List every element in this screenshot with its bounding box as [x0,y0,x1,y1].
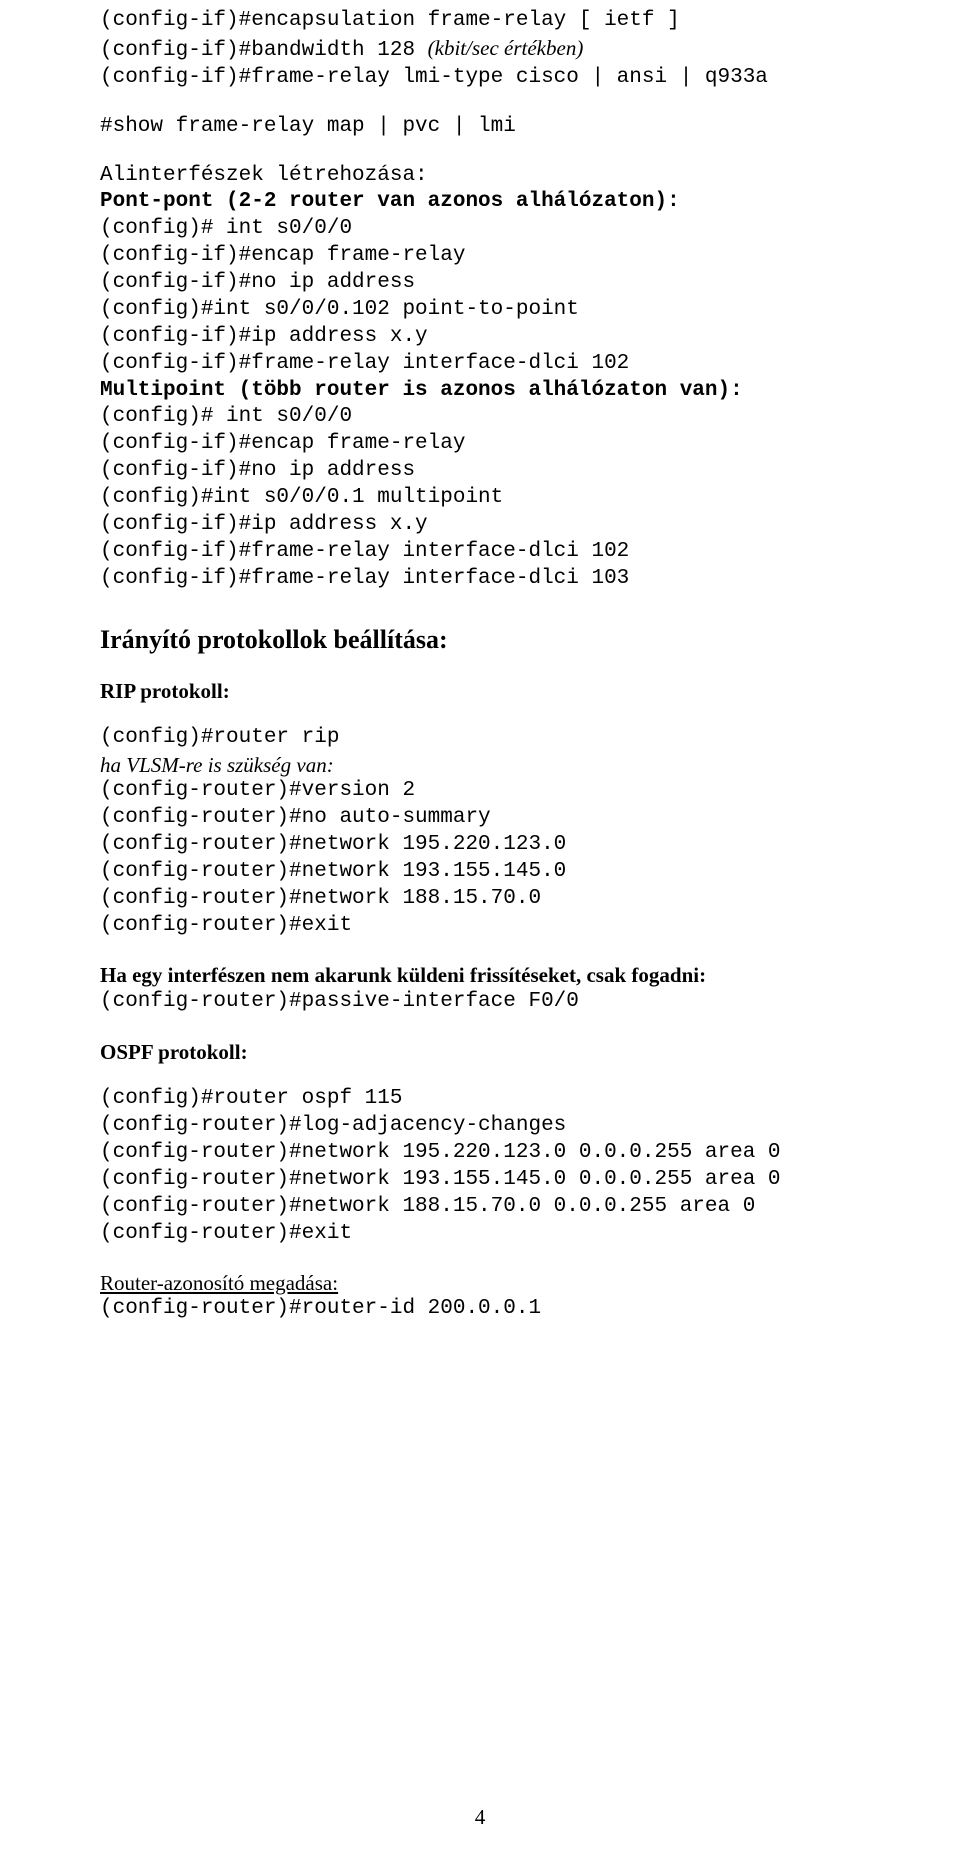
document-page: (config-if)#encapsulation frame-relay [ … [0,0,960,1849]
cmd-line: (config-router)#log-adjacency-changes [100,1113,860,1140]
cmd-line: (config-router)#network 188.15.70.0 0.0.… [100,1194,860,1221]
cmd-line: (config-router)#exit [100,913,860,940]
cmd-line: (config-router)#network 195.220.123.0 0.… [100,1140,860,1167]
cmd-line: (config-router)#network 195.220.123.0 [100,832,860,859]
cmd-line: (config)# int s0/0/0 [100,404,860,431]
cmd-line: (config)#router rip [100,725,860,752]
cmd-line: (config-router)#exit [100,1221,860,1248]
inline-note: ha VLSM-re is szükség van: [100,752,860,779]
subsection-heading: OSPF protokoll: [100,1039,860,1066]
subsection-heading: RIP protokoll: [100,678,860,705]
cmd-line: (config-if)#ip address x.y [100,512,860,539]
cmd-line: (config-if)#no ip address [100,458,860,485]
cmd-line: (config-if)#encap frame-relay [100,243,860,270]
cmd-line: (config)#int s0/0/0.102 point-to-point [100,297,860,324]
cmd-line: (config-if)#frame-relay interface-dlci 1… [100,566,860,593]
cmd-line: (config-router)#network 193.155.145.0 [100,859,860,886]
cmd-line: (config-if)#frame-relay interface-dlci 1… [100,539,860,566]
section-subtitle: Multipoint (több router is azonos alháló… [100,378,860,405]
cmd-line: (config)#int s0/0/0.1 multipoint [100,485,860,512]
cmd-line: (config-router)#router-id 200.0.0.1 [100,1296,860,1323]
cmd-line: (config)# int s0/0/0 [100,216,860,243]
cmd-line: (config-if)#bandwidth 128 (kbit/sec érté… [100,35,860,65]
cmd-line: (config-router)#version 2 [100,778,860,805]
cmd-line: (config-if)#no ip address [100,270,860,297]
cmd-line: (config-if)#frame-relay lmi-type cisco |… [100,65,860,92]
section-label: Alinterfészek létrehozása: [100,163,860,190]
cmd-line: (config-router)#network 188.15.70.0 [100,886,860,913]
cmd-line: (config-if)#encapsulation frame-relay [ … [100,8,860,35]
page-number: 4 [0,1804,960,1831]
cmd-line: (config-router)#network 193.155.145.0 0.… [100,1167,860,1194]
cmd-line: (config-router)#no auto-summary [100,805,860,832]
section-subtitle: Pont-pont (2-2 router van azonos alhálóz… [100,189,860,216]
cmd-line: (config-if)#encap frame-relay [100,431,860,458]
cmd-line: #show frame-relay map | pvc | lmi [100,114,860,141]
cmd-line: (config-if)#ip address x.y [100,324,860,351]
cmd-line: (config-router)#passive-interface F0/0 [100,989,860,1016]
cmd-line: (config)#router ospf 115 [100,1086,860,1113]
paragraph-heading: Router-azonosító megadása: [100,1270,860,1297]
cmd-line: (config-if)#frame-relay interface-dlci 1… [100,351,860,378]
cmd-text: (config-if)#bandwidth 128 [100,39,428,62]
paragraph-heading: Ha egy interfészen nem akarunk küldeni f… [100,962,860,989]
inline-note: (kbit/sec értékben) [428,36,584,60]
section-heading: Irányító protokollok beállítása: [100,623,860,656]
